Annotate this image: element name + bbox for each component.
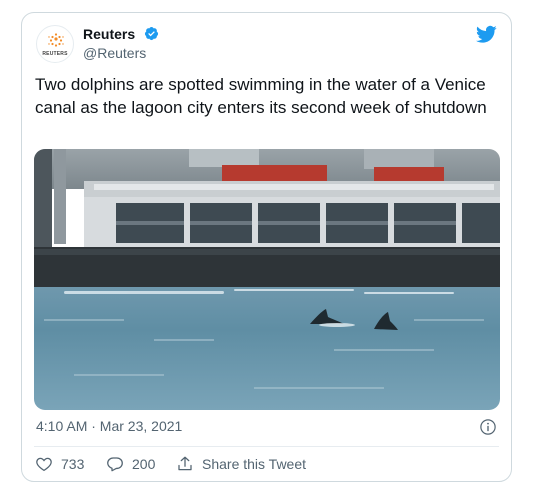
heart-icon [36, 457, 52, 472]
divider [34, 446, 499, 447]
video-thumbnail[interactable] [34, 149, 500, 410]
share-icon [178, 456, 192, 471]
reply-button[interactable]: 200 [106, 454, 155, 474]
tweet-timestamp[interactable]: 4:10 AM · Mar 23, 2021 [36, 418, 182, 434]
reuters-logo-icon [48, 33, 64, 47]
like-count: 733 [61, 456, 85, 472]
author-name[interactable]: Reuters [83, 26, 135, 42]
info-icon[interactable] [479, 418, 497, 436]
tweet-text: Two dolphins are spotted swimming in the… [35, 75, 487, 117]
tweet-embed-card[interactable]: REUTERS Reuters @Reuters Two dolphins ar… [21, 12, 512, 482]
reply-bubble-icon [107, 457, 123, 472]
dolphins-venice-video-frame [34, 149, 500, 410]
author-handle[interactable]: @Reuters [83, 45, 146, 61]
reply-count: 200 [132, 456, 156, 472]
like-button[interactable]: 733 [35, 454, 84, 474]
share-label: Share this Tweet [202, 456, 307, 472]
twitter-bird-icon[interactable] [476, 25, 497, 44]
verified-badge-icon [144, 26, 159, 41]
avatar-label: REUTERS [42, 51, 68, 57]
share-tweet-button[interactable]: Share this Tweet [176, 454, 306, 474]
author-avatar[interactable]: REUTERS [36, 25, 74, 63]
